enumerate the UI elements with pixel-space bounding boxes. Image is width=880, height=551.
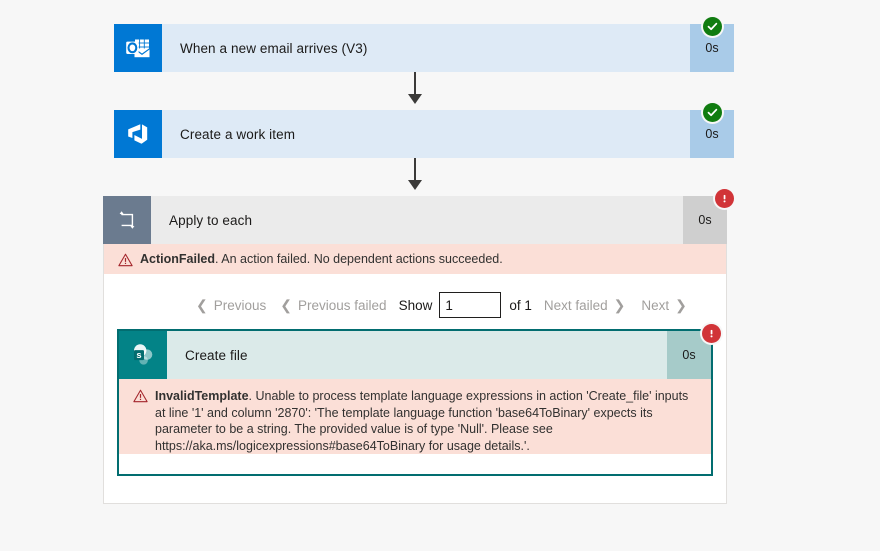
chevron-right-icon: ❯ <box>613 297 626 313</box>
page-number-input[interactable] <box>439 292 502 318</box>
warning-triangle-icon <box>133 388 155 403</box>
previous-button[interactable]: ❮ Previous <box>196 298 266 313</box>
next-failed-label: Next failed <box>543 297 608 313</box>
next-button[interactable]: Next ❯ <box>641 298 687 313</box>
flow-step-title: When a new email arrives (V3) <box>162 24 690 72</box>
next-label: Next <box>641 297 670 313</box>
connector-line-2 <box>414 158 416 182</box>
flow-step-title: Apply to each <box>151 196 683 244</box>
error-message-create-file: InvalidTemplate. Unable to process templ… <box>155 388 697 454</box>
flow-step-card-apply-to-each[interactable]: Apply to each 0s <box>103 196 727 244</box>
next-failed-button[interactable]: Next failed ❯ <box>544 298 626 313</box>
page-total-label: of 1 <box>509 297 532 313</box>
status-badge-succeeded-trigger-email <box>703 17 722 36</box>
show-label: Show <box>398 297 433 313</box>
error-code-create-file: InvalidTemplate <box>155 389 249 403</box>
azure-devops-icon <box>114 110 162 158</box>
loop-icon <box>103 196 151 244</box>
flow-step-card-create-file[interactable]: s Create file 0s <box>119 331 711 379</box>
flow-step-title: Create a work item <box>162 110 690 158</box>
flow-run-canvas: When a new email arrives (V3) 0s Create … <box>0 0 880 551</box>
connector-line-1 <box>414 72 416 96</box>
flow-step-card-create-work-item[interactable]: Create a work item 0s <box>114 110 734 158</box>
error-message-scope: ActionFailed. An action failed. No depen… <box>140 251 503 268</box>
connector-arrow-1 <box>408 94 422 104</box>
connector-arrow-2 <box>408 180 422 190</box>
chevron-right-icon: ❯ <box>675 297 687 313</box>
flow-step-card-trigger-email[interactable]: When a new email arrives (V3) 0s <box>114 24 734 72</box>
error-banner-create-file: InvalidTemplate. Unable to process templ… <box>119 379 711 454</box>
previous-failed-label: Previous failed <box>298 297 387 313</box>
previous-label: Previous <box>213 297 267 313</box>
sharepoint-icon: s <box>119 331 167 379</box>
previous-failed-button[interactable]: ❮ Previous failed <box>280 298 386 313</box>
status-badge-failed-apply-to-each <box>715 189 734 208</box>
error-banner-scope: ActionFailed. An action failed. No depen… <box>104 244 726 274</box>
svg-text:s: s <box>136 349 141 360</box>
status-badge-succeeded-create-work-item <box>703 103 722 122</box>
chevron-left-icon: ❮ <box>280 297 292 313</box>
error-detail-scope: . An action failed. No dependent actions… <box>215 251 503 266</box>
outlook-icon <box>114 24 162 72</box>
scope-pagination: ❮ Previous ❮ Previous failed Show of 1 N… <box>196 288 687 322</box>
chevron-left-icon: ❮ <box>196 297 208 313</box>
warning-triangle-icon <box>118 252 140 267</box>
flow-step-title: Create file <box>167 331 667 379</box>
status-badge-failed-create-file <box>702 324 721 343</box>
error-code-scope: ActionFailed <box>140 251 216 266</box>
